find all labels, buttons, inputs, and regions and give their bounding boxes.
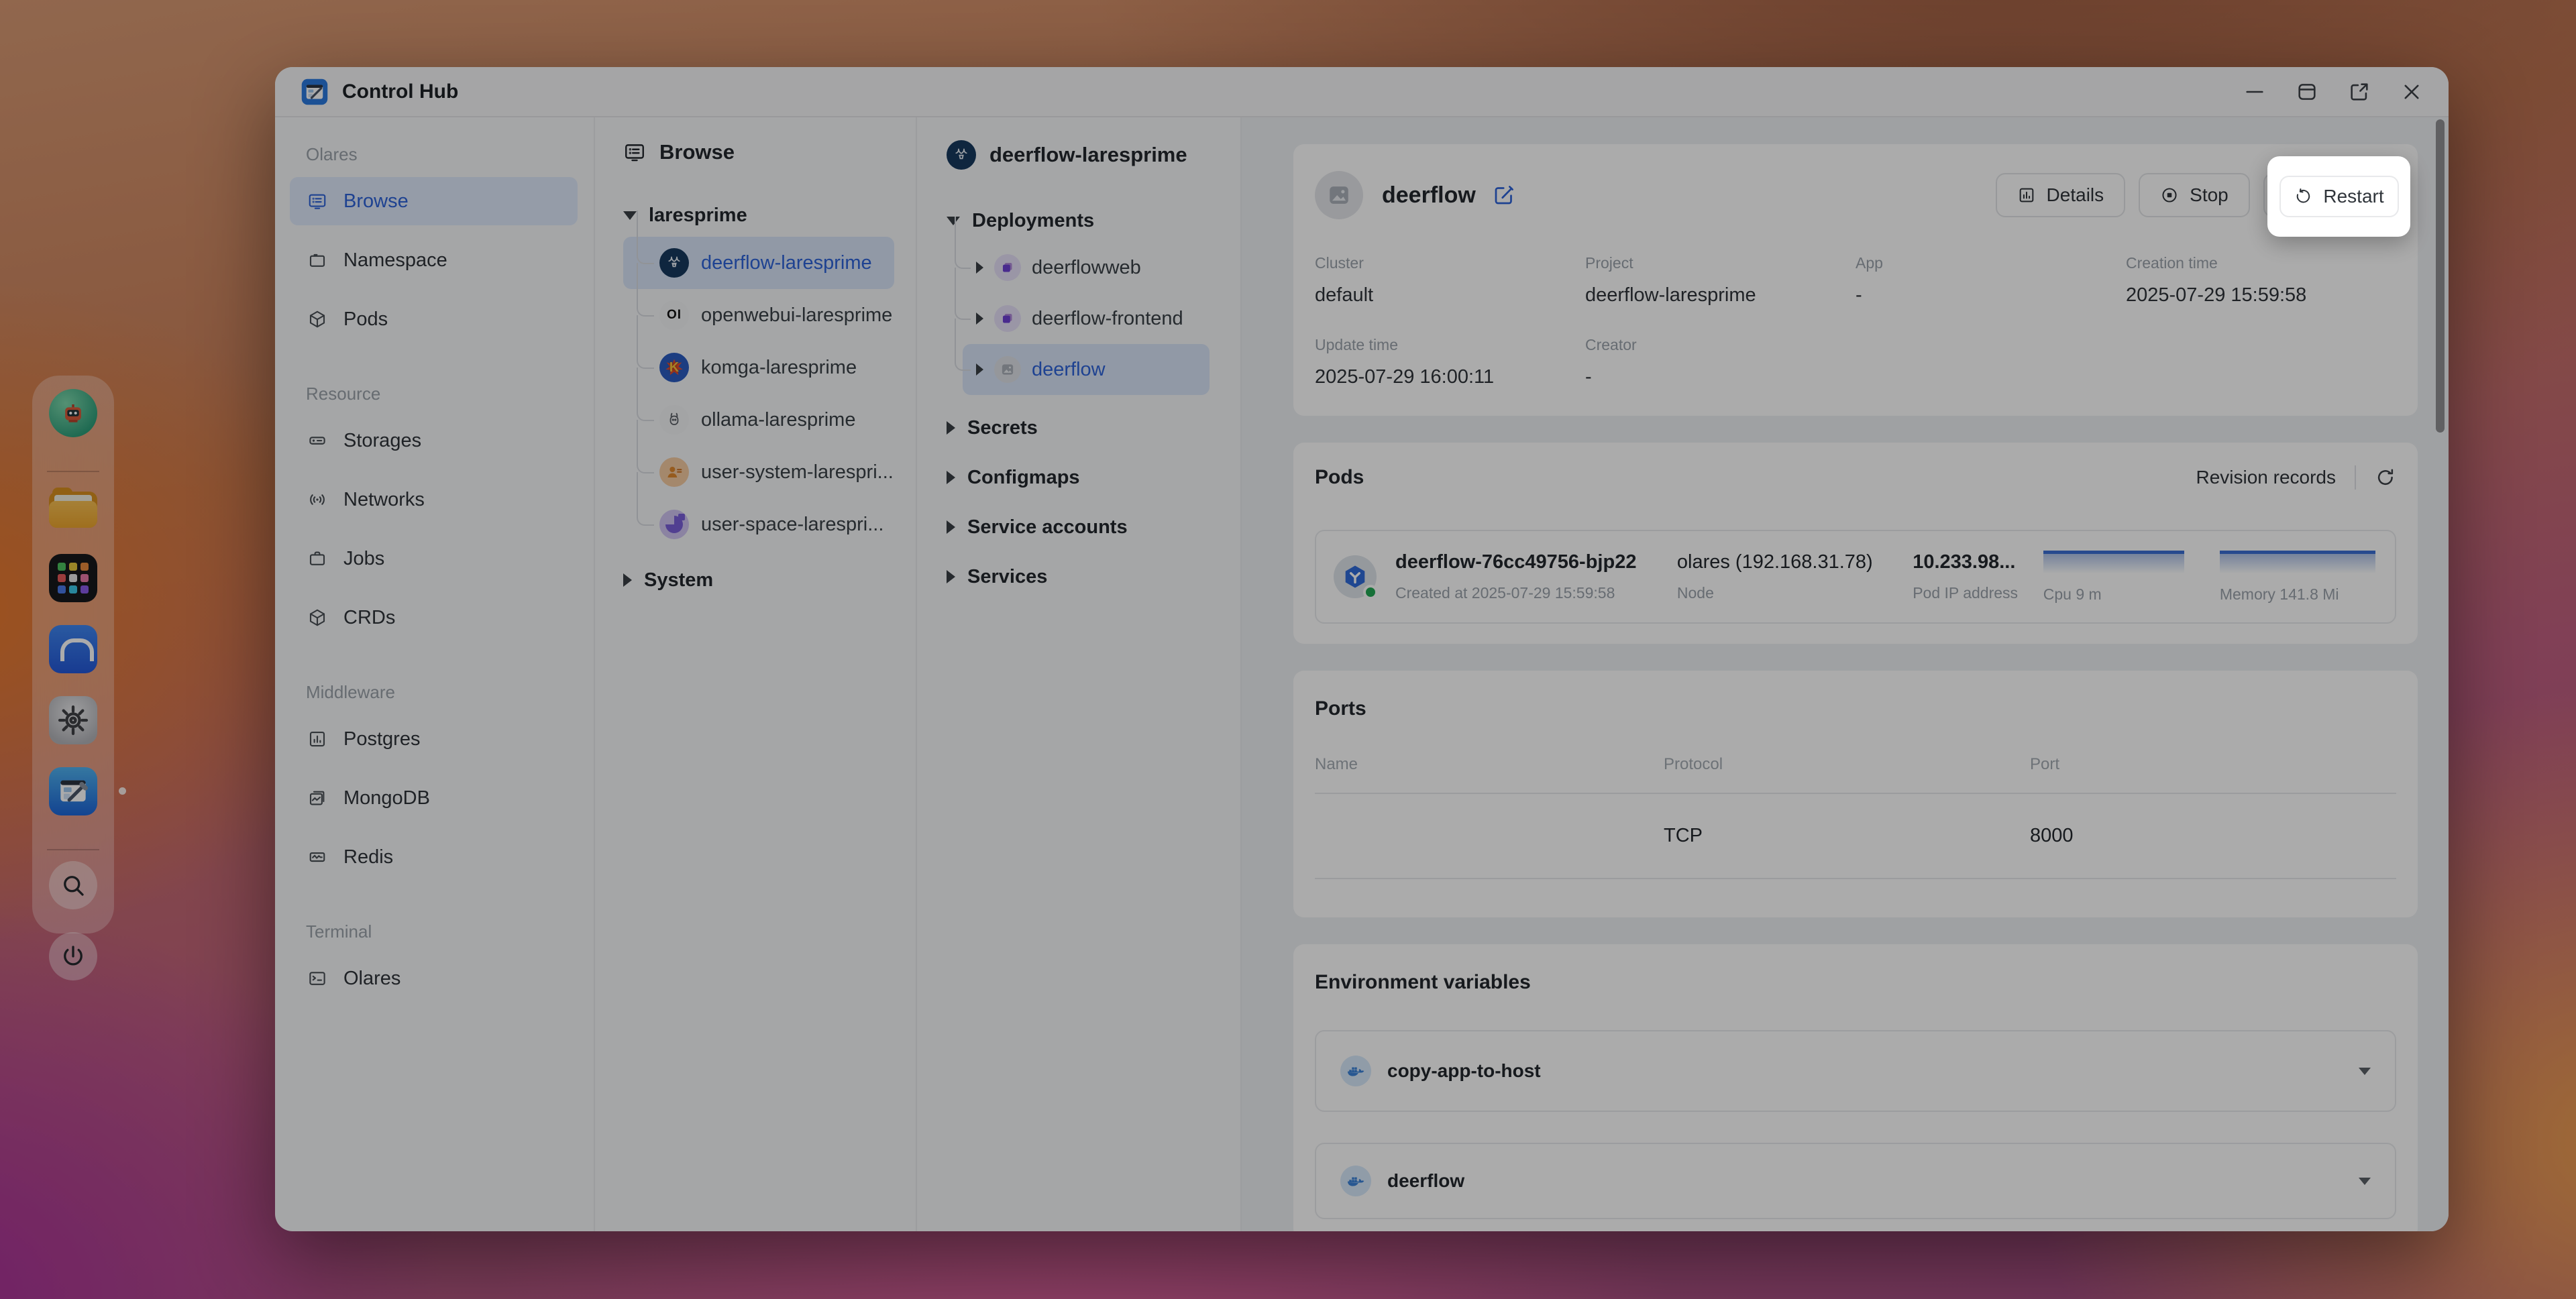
restart-icon: [2294, 187, 2312, 206]
button-label: Restart: [2323, 186, 2383, 207]
restart-spotlight: Restart: [2267, 156, 2410, 237]
dim-overlay: [0, 0, 2576, 1299]
restart-button-highlighted[interactable]: Restart: [2279, 176, 2399, 217]
